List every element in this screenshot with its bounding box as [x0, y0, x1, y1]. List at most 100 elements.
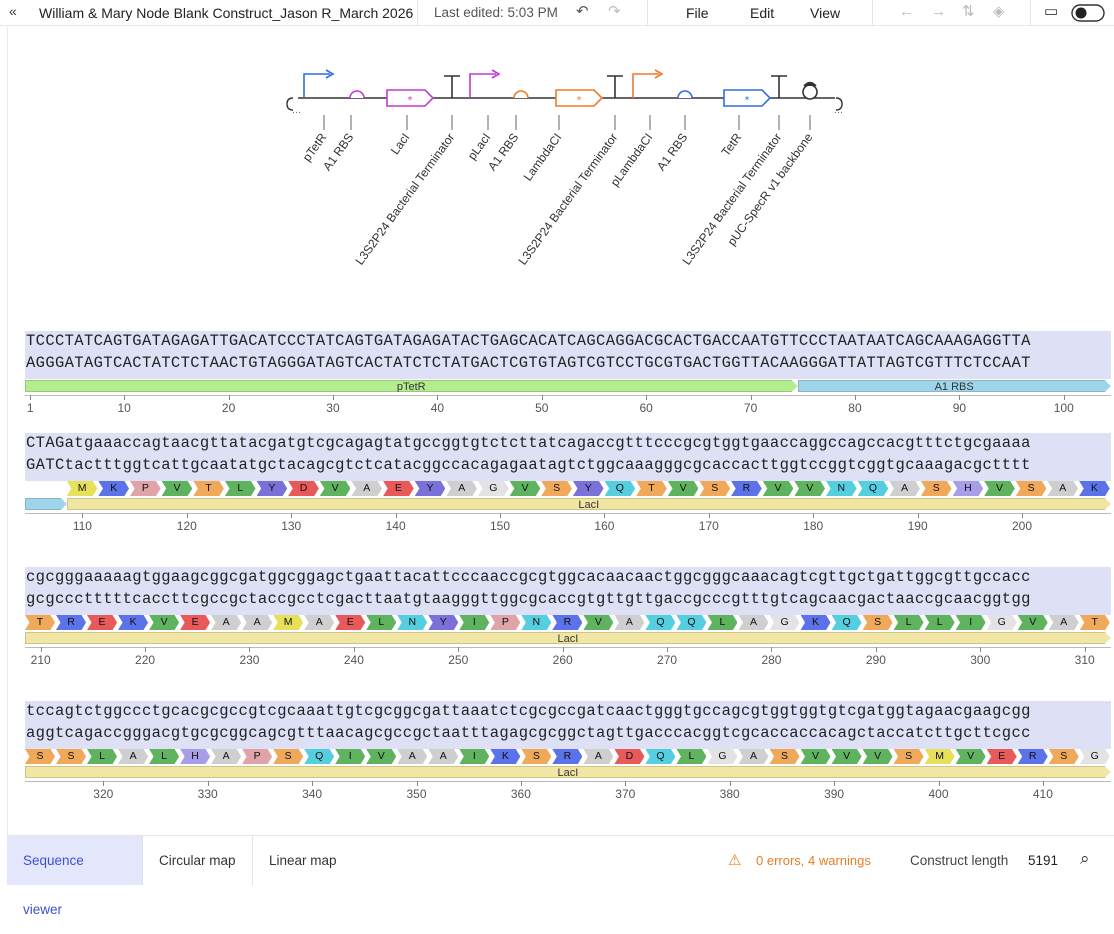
forward-strand[interactable]: tccagtctggccctgcacgcgccgtcgcaaattgtcgcgg…: [26, 702, 1031, 720]
amino-acid[interactable]: P: [242, 749, 273, 764]
amino-acid[interactable]: R: [552, 749, 583, 764]
amino-acid[interactable]: A: [118, 749, 149, 764]
amino-acid[interactable]: Y: [428, 615, 459, 630]
swap-vertical-icon[interactable]: ⇅: [962, 4, 975, 20]
amino-acid[interactable]: D: [288, 481, 319, 496]
amino-acid[interactable]: A: [583, 749, 614, 764]
amino-acid[interactable]: E: [87, 615, 118, 630]
amino-acid[interactable]: V: [667, 481, 699, 496]
amino-acid[interactable]: L: [87, 749, 118, 764]
arrow-left-icon[interactable]: ←: [899, 4, 914, 20]
amino-acid[interactable]: V: [583, 615, 614, 630]
amino-acid[interactable]: V: [862, 749, 893, 764]
amino-acid[interactable]: A: [211, 749, 242, 764]
amino-acid[interactable]: P: [130, 481, 161, 496]
amino-acid[interactable]: E: [383, 481, 414, 496]
amino-acid[interactable]: L: [149, 749, 180, 764]
amino-acid[interactable]: T: [636, 481, 667, 496]
forward-strand[interactable]: CTAGatgaaaccagtaacgttatacgatgtcgcagagtat…: [26, 434, 1031, 452]
amino-acid[interactable]: V: [509, 481, 541, 496]
amino-acid[interactable]: V: [762, 481, 794, 496]
document-title[interactable]: William & Mary Node Blank Construct_Jaso…: [39, 5, 413, 21]
amino-acid[interactable]: K: [800, 615, 831, 630]
menu-file[interactable]: File: [686, 5, 709, 21]
amino-acid[interactable]: V: [319, 481, 351, 496]
comment-icon[interactable]: ▭: [1044, 4, 1058, 20]
annotation-continuation[interactable]: [25, 498, 67, 510]
amino-acid[interactable]: V: [800, 749, 831, 764]
reverse-strand[interactable]: aggtcagaccgggacgtgcgcggcagcgtttaacagcgcc…: [26, 724, 1031, 742]
map-feature-rbs-9[interactable]: A1 RBS: [654, 90, 693, 173]
amino-acid[interactable]: A: [211, 615, 242, 630]
tab-circular-map[interactable]: Circular map: [143, 836, 253, 885]
amino-acid[interactable]: A: [889, 481, 920, 496]
map-feature-rbs-5[interactable]: A1 RBS: [485, 90, 529, 173]
tab-sequence-viewer[interactable]: Sequence viewer: [7, 836, 143, 917]
amino-acid[interactable]: T: [1079, 615, 1110, 630]
arrow-right-icon[interactable]: →: [931, 4, 946, 20]
map-feature-promoter-4[interactable]: pLacI: [465, 69, 501, 163]
amino-acid[interactable]: I: [459, 615, 490, 630]
amino-acid[interactable]: S: [769, 749, 800, 764]
map-feature-cds-2[interactable]: * LacI: [386, 89, 435, 157]
amino-acid[interactable]: I: [955, 615, 986, 630]
amino-acid[interactable]: G: [478, 481, 509, 496]
amino-acid[interactable]: S: [862, 615, 893, 630]
amino-acid[interactable]: T: [25, 615, 56, 630]
amino-acid[interactable]: L: [224, 481, 256, 496]
amino-acid[interactable]: S: [25, 749, 56, 764]
amino-acid[interactable]: N: [826, 481, 857, 496]
forward-strand[interactable]: TCCCTATCAGTGATAGAGATTGACATCCCTATCAGTGATA…: [26, 332, 1031, 350]
amino-acid[interactable]: Q: [304, 749, 335, 764]
tab-linear-map[interactable]: Linear map: [253, 836, 353, 885]
amino-acid[interactable]: G: [769, 615, 800, 630]
amino-acid[interactable]: A: [1048, 615, 1079, 630]
amino-acid[interactable]: L: [707, 615, 738, 630]
reverse-strand[interactable]: GATCtactttggtcattgcaatatgctacagcgtctcata…: [26, 456, 1031, 474]
collapse-sidebar-icon[interactable]: «: [9, 3, 17, 19]
amino-acid[interactable]: R: [552, 615, 583, 630]
amino-acid[interactable]: A: [397, 749, 428, 764]
amino-acid[interactable]: V: [831, 749, 862, 764]
amino-acid[interactable]: A: [738, 749, 769, 764]
annotation-a1-rbs[interactable]: A1 RBS: [798, 380, 1111, 392]
amino-acid[interactable]: E: [180, 615, 211, 630]
warnings-status[interactable]: 0 errors, 4 warnings: [756, 853, 871, 868]
amino-acid[interactable]: Q: [831, 615, 862, 630]
annotation-laci[interactable]: LacI: [67, 498, 1111, 510]
amino-acid[interactable]: Q: [676, 615, 707, 630]
annotation-ptetr[interactable]: pTetR: [25, 380, 798, 392]
amino-acid[interactable]: E: [986, 749, 1017, 764]
reverse-strand[interactable]: AGGGATAGTCACTATCTCTAACTGTAGGGATAGTCACTAT…: [26, 354, 1031, 372]
reverse-strand[interactable]: gcgccctttttcaccttcgccgctaccgcctcgacttaat…: [26, 590, 1031, 608]
amino-acid[interactable]: A: [304, 615, 335, 630]
forward-strand[interactable]: cgcgggaaaaagtggaagcggcgatggcggagctgaatta…: [26, 568, 1031, 586]
amino-acid[interactable]: K: [118, 615, 149, 630]
amino-acid[interactable]: K: [490, 749, 521, 764]
menu-view[interactable]: View: [810, 5, 840, 21]
amino-acid[interactable]: R: [1017, 749, 1048, 764]
amino-acid[interactable]: M: [273, 615, 304, 630]
amino-acid[interactable]: S: [1048, 749, 1079, 764]
amino-acid[interactable]: V: [366, 749, 397, 764]
amino-acid[interactable]: L: [893, 615, 924, 630]
amino-acid[interactable]: S: [56, 749, 87, 764]
amino-acid[interactable]: A: [1047, 481, 1079, 496]
amino-acid[interactable]: Q: [645, 615, 676, 630]
map-feature-rbs-1[interactable]: A1 RBS: [320, 90, 365, 173]
amino-acid[interactable]: D: [614, 749, 645, 764]
amino-acid[interactable]: R: [56, 615, 87, 630]
amino-acid[interactable]: Q: [857, 481, 889, 496]
amino-acid[interactable]: Y: [256, 481, 288, 496]
amino-acid[interactable]: L: [366, 615, 397, 630]
amino-acid[interactable]: V: [955, 749, 986, 764]
amino-acid[interactable]: V: [984, 481, 1015, 496]
amino-acid[interactable]: V: [149, 615, 180, 630]
amino-acid[interactable]: S: [541, 481, 572, 496]
amino-acid[interactable]: S: [273, 749, 304, 764]
annotation-laci[interactable]: LacI: [25, 632, 1111, 644]
amino-acid[interactable]: L: [676, 749, 707, 764]
amino-acid[interactable]: Q: [604, 481, 636, 496]
amino-acid[interactable]: A: [351, 481, 383, 496]
amino-acid[interactable]: S: [521, 749, 552, 764]
